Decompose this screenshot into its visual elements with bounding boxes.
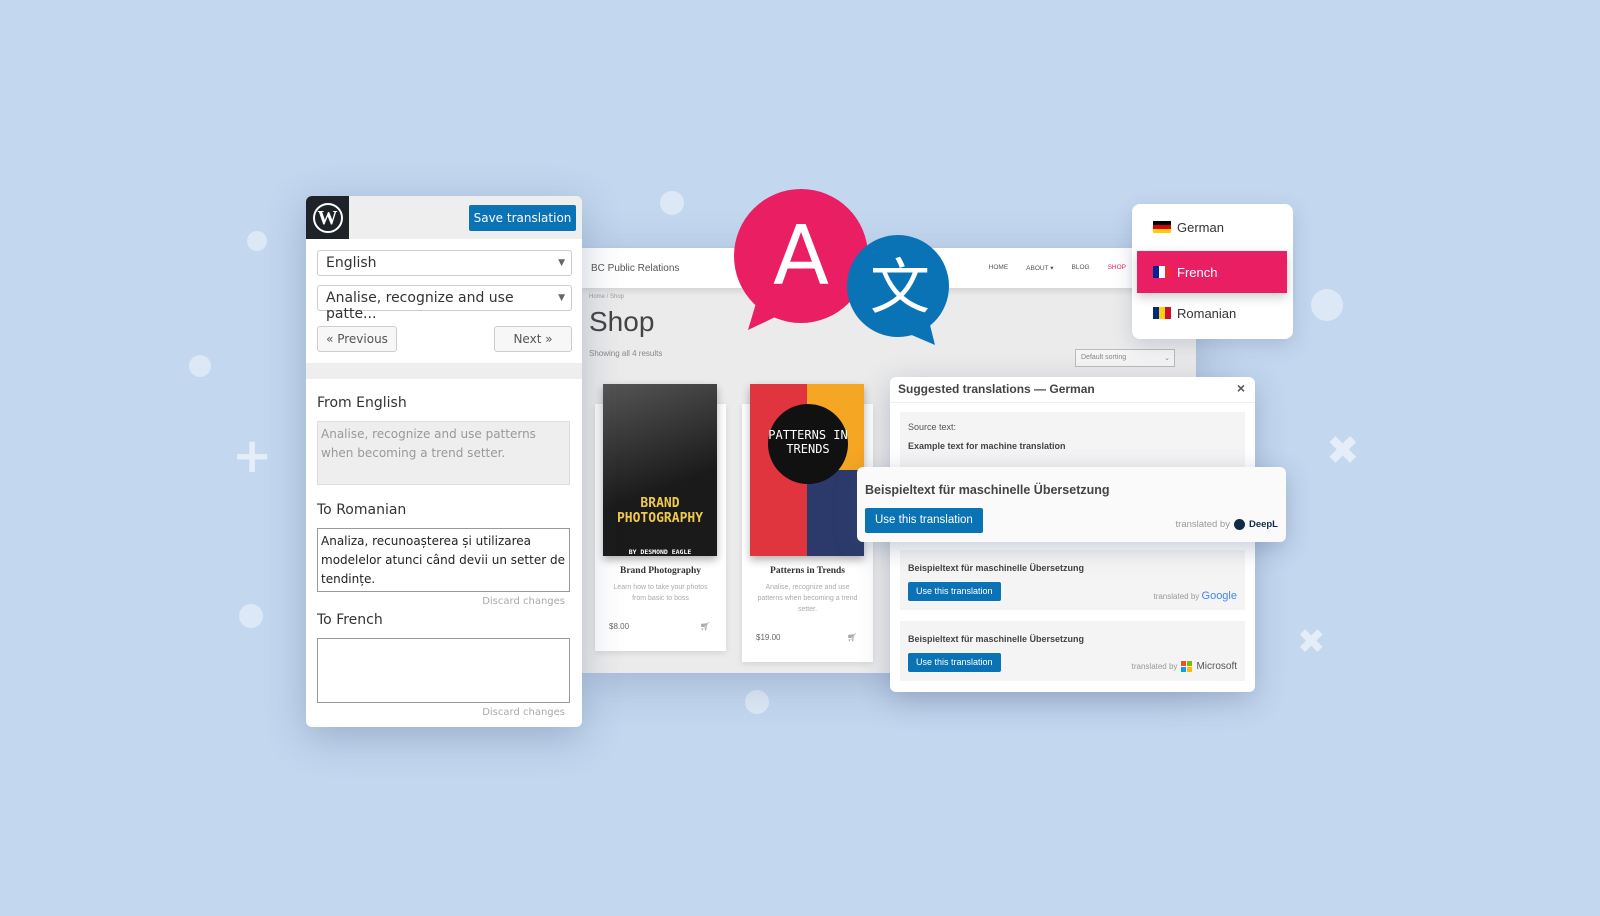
string-select[interactable]: Analise, recognize and use patte... ▼ [317,285,572,322]
product-price: $8.00 [609,622,630,631]
language-option-romanian[interactable]: Romanian [1137,292,1287,334]
deepl-label: DeepL [1248,519,1278,530]
save-translation-button[interactable]: Save translation [469,205,576,231]
breadcrumb: Home / Shop [589,294,625,300]
suggestion-text: Beispieltext für maschinelle Übersetzung [865,483,1110,497]
source-box: Source text: Example text for machine tr… [900,412,1245,467]
from-label: From English [317,395,407,411]
translated-by: translated by [1131,662,1178,671]
use-translation-button[interactable]: Use this translation [908,653,1001,672]
language-option-french[interactable]: French [1137,251,1287,293]
x-decor-icon: ✖ [1326,428,1360,474]
discard-changes-link[interactable]: Discard changes [482,707,565,718]
language-label: Romanian [1177,305,1237,321]
source-textarea: Analise, recognize and use patterns when… [317,421,570,485]
provider-credit: translated by Microsoft [1132,661,1237,672]
suggestion-text: Beispieltext für maschinelle Übersetzung [908,563,1085,573]
close-icon[interactable]: × [1237,380,1245,396]
translated-by: translated by [1175,519,1230,530]
plus-decor-icon: + [232,428,273,484]
product-cover[interactable]: BRAND PHOTOGRAPHY BY DESMOND EAGLE [603,384,717,556]
suggestions-title: Suggested translations — German [898,382,1095,396]
german-flag-icon [1153,221,1171,233]
decor-dot [660,191,684,215]
language-label: German [1177,219,1224,235]
use-translation-button[interactable]: Use this translation [908,582,1001,601]
product-card[interactable]: BRAND PHOTOGRAPHY BY DESMOND EAGLE Brand… [595,384,726,651]
language-label: French [1177,264,1218,280]
page-title: Shop [589,306,655,337]
cover-author: BY DESMOND EAGLE [628,548,692,556]
divider [890,402,1255,403]
suggestion-microsoft: Beispieltext für maschinelle Übersetzung… [900,621,1245,681]
menu-blog[interactable]: BLOG [1072,264,1090,272]
source-label: Source text: [908,422,957,432]
google-logo: Google [1201,590,1237,602]
language-select-value: English [326,255,377,271]
provider-credit: translated by DeepL [1176,519,1278,530]
microsoft-label: Microsoft [1196,661,1237,672]
decor-dot [1311,289,1343,321]
previous-button[interactable]: « Previous [317,326,397,352]
translate-logo-icon: A 文 [734,189,949,345]
cart-icon[interactable]: 🛒︎ [700,622,710,631]
language-switcher: German French Romanian [1132,204,1293,339]
x-decor-icon: ✖ [1297,622,1326,662]
to-french-label: To French [317,612,383,628]
product-desc: Analise, recognize and use patterns when… [757,584,858,613]
discard-changes-link[interactable]: Discard changes [482,596,565,607]
decor-dot [239,604,263,628]
sorting-value: Default sorting [1081,354,1127,361]
product-name[interactable]: Brand Photography [595,566,726,576]
menu-shop[interactable]: SHOP [1108,264,1126,272]
provider-credit: translated by Google [1153,590,1237,602]
suggestion-text: Beispieltext für maschinelle Übersetzung [908,634,1085,644]
french-textarea[interactable] [317,638,570,703]
decor-dot [745,690,769,714]
decor-dot [189,355,211,377]
product-card[interactable]: PATTERNS IN TRENDS Patterns in Trends An… [742,384,873,662]
translation-editor-panel: W Save translation English ▼ Analise, rec… [306,196,582,727]
cover-title: BRAND PHOTOGRAPHY [616,496,704,526]
site-title[interactable]: BC Public Relations [591,263,679,274]
romanian-textarea[interactable]: Analiza, recunoașterea și utilizarea mod… [317,528,570,592]
to-romanian-label: To Romanian [317,502,407,518]
product-price: $19.00 [756,633,781,642]
french-flag-icon [1153,266,1171,278]
result-count: Showing all 4 results [589,349,663,358]
cover-title: PATTERNS IN TRENDS [768,404,848,484]
site-menu: HOME ABOUT ▾ BLOG SHOP [989,264,1126,272]
suggestion-deepl: Beispieltext für maschinelle Übersetzung… [857,467,1286,542]
menu-home[interactable]: HOME [989,264,1009,272]
wordpress-logo-icon[interactable]: W [306,196,349,239]
product-cover[interactable]: PATTERNS IN TRENDS [750,384,864,556]
decor-dot [247,231,267,251]
string-select-value: Analise, recognize and use patte... [326,290,514,322]
letter-a-glyph: A [773,209,829,304]
chinese-glyph: 文 [870,253,930,323]
suggestion-google: Beispieltext für maschinelle Übersetzung… [900,550,1245,610]
deepl-logo-icon [1233,519,1245,530]
chevron-down-icon: ⌄ [1164,355,1170,362]
microsoft-logo-icon [1181,661,1193,672]
chevron-down-icon: ▼ [558,293,565,303]
use-translation-button[interactable]: Use this translation [865,508,983,533]
product-desc: Learn how to take your photos from basic… [613,584,708,602]
product-name[interactable]: Patterns in Trends [742,566,873,576]
romanian-flag-icon [1153,307,1171,319]
language-select[interactable]: English ▼ [317,250,572,276]
translated-by: translated by [1153,592,1200,601]
divider [306,363,582,379]
chevron-down-icon: ▼ [558,258,565,268]
cart-icon[interactable]: 🛒︎ [847,633,857,642]
menu-about[interactable]: ABOUT ▾ [1026,264,1053,272]
source-text: Example text for machine translation [908,441,1066,451]
next-button[interactable]: Next » [494,326,572,352]
sorting-select[interactable]: Default sorting ⌄ [1075,349,1175,367]
language-option-german[interactable]: German [1137,206,1287,248]
